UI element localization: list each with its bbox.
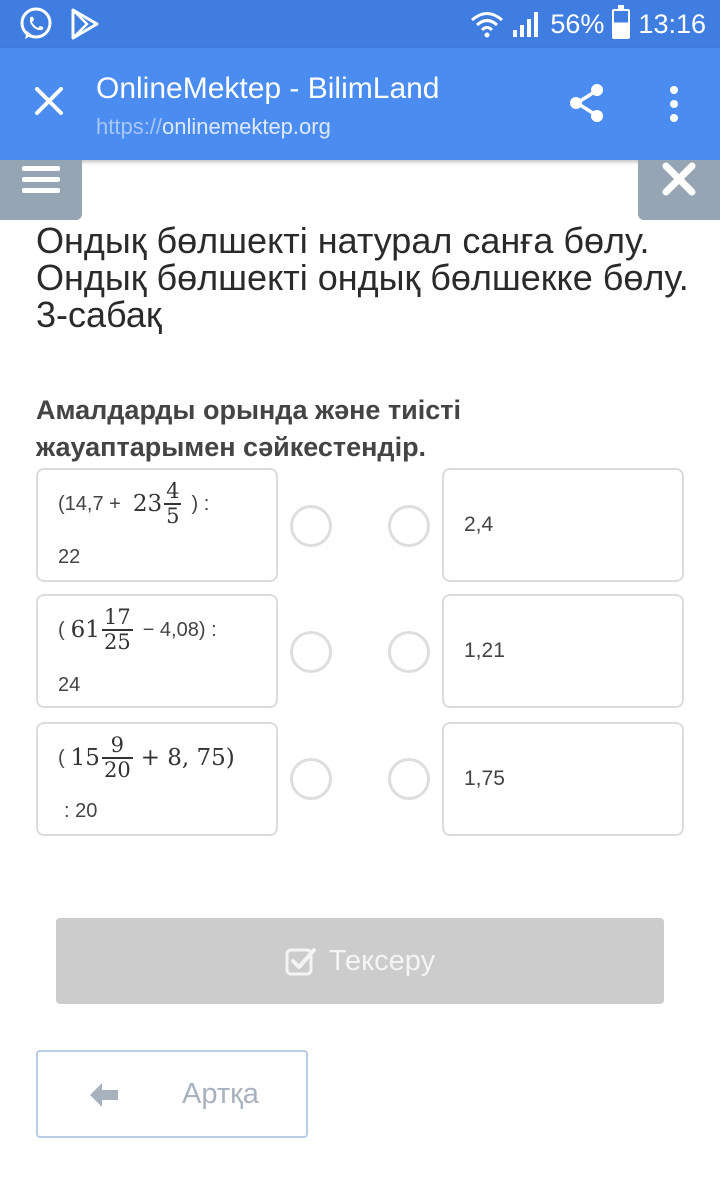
expr-whole: 23 xyxy=(132,491,163,517)
whatsapp-icon xyxy=(20,7,52,39)
expr-open: ( xyxy=(58,746,65,769)
left-match-radio[interactable] xyxy=(290,631,332,673)
left-match-radio[interactable] xyxy=(290,758,332,800)
expr-close: ) : xyxy=(191,492,210,515)
right-match-radio[interactable] xyxy=(388,505,430,547)
back-button-label: Артқа xyxy=(182,1077,259,1110)
answer-card[interactable]: 1,75 xyxy=(442,722,684,836)
wifi-icon xyxy=(471,12,504,38)
left-match-radio[interactable] xyxy=(290,505,332,547)
status-system: 56% 13:16 xyxy=(470,0,706,48)
expr-whole: 61 xyxy=(70,617,100,643)
question-card[interactable]: (14,7 + 23 4 5 ) : 22 xyxy=(36,468,278,582)
expr-close: − 4,08) : xyxy=(142,618,217,641)
arrow-left-icon xyxy=(90,1083,118,1107)
answer-value: 1,75 xyxy=(464,767,505,790)
answer-value: 1,21 xyxy=(464,639,505,662)
expr-divisor: : 20 xyxy=(64,800,98,822)
expr-open: (14,7 + xyxy=(58,492,121,515)
expression: ( 61 17 25 − 4,08) : xyxy=(58,606,217,654)
answer-value: 2,4 xyxy=(464,513,494,536)
check-button[interactable]: Тексеру xyxy=(56,918,664,1004)
lesson-title: Ондық бөлшекті натурал санға бөлу. Ондық… xyxy=(36,220,689,335)
close-icon xyxy=(662,162,696,196)
signal-icon xyxy=(513,12,539,37)
share-icon[interactable] xyxy=(566,82,608,124)
check-button-label: Тексеру xyxy=(328,944,436,977)
checkbox-icon xyxy=(285,948,316,976)
fraction-denominator: 20 xyxy=(101,757,133,782)
expr-fraction: 17 25 xyxy=(101,605,133,654)
answer-card[interactable]: 2,4 xyxy=(442,468,684,582)
fraction-numerator: 17 xyxy=(103,605,131,629)
play-store-icon xyxy=(71,8,99,40)
app-url: https://onlinemektep.org xyxy=(96,114,331,140)
close-lesson-button[interactable] xyxy=(638,160,720,220)
status-bar: 56% 13:16 xyxy=(0,0,720,48)
menu-button[interactable] xyxy=(0,160,82,220)
question-card[interactable]: ( 61 17 25 − 4,08) : 24 xyxy=(36,594,278,708)
fraction-denominator: 25 xyxy=(101,629,133,654)
app-title: OnlineMektep - BilimLand xyxy=(96,72,440,105)
right-match-radio[interactable] xyxy=(388,631,430,673)
back-button[interactable]: Артқа xyxy=(36,1050,308,1138)
expr-fraction: 9 20 xyxy=(101,733,133,782)
expression: (14,7 + 23 4 5 ) : xyxy=(58,480,209,528)
expr-divisor: 22 xyxy=(58,546,81,568)
answer-card[interactable]: 1,21 xyxy=(442,594,684,708)
expr-fraction: 4 5 xyxy=(164,479,182,528)
task-instruction: Амалдарды орында және тиісті жауаптарыме… xyxy=(36,395,462,462)
battery-percent: 56% xyxy=(550,8,605,39)
expr-divisor: 24 xyxy=(58,674,81,696)
clock: 13:16 xyxy=(638,8,706,39)
battery-icon xyxy=(612,5,631,39)
right-match-radio[interactable] xyxy=(388,758,430,800)
fraction-numerator: 4 xyxy=(166,479,180,503)
expr-whole: 15 xyxy=(70,745,100,771)
more-vert-icon[interactable] xyxy=(660,84,688,124)
app-bar: OnlineMektep - BilimLand https://onlinem… xyxy=(0,48,720,160)
url-protocol: https:// xyxy=(96,114,163,139)
expr-close: + 8, 75) xyxy=(140,745,235,771)
expr-open: ( xyxy=(58,618,65,641)
question-card[interactable]: ( 15 9 20 + 8, 75) : 20 xyxy=(36,722,278,836)
close-icon[interactable] xyxy=(26,78,72,124)
fraction-numerator: 9 xyxy=(110,733,124,757)
expression: ( 15 9 20 + 8, 75) xyxy=(58,734,235,782)
url-domain: onlinemektep.org xyxy=(162,114,331,139)
fraction-denominator: 5 xyxy=(164,503,182,528)
status-notifications xyxy=(18,6,100,42)
